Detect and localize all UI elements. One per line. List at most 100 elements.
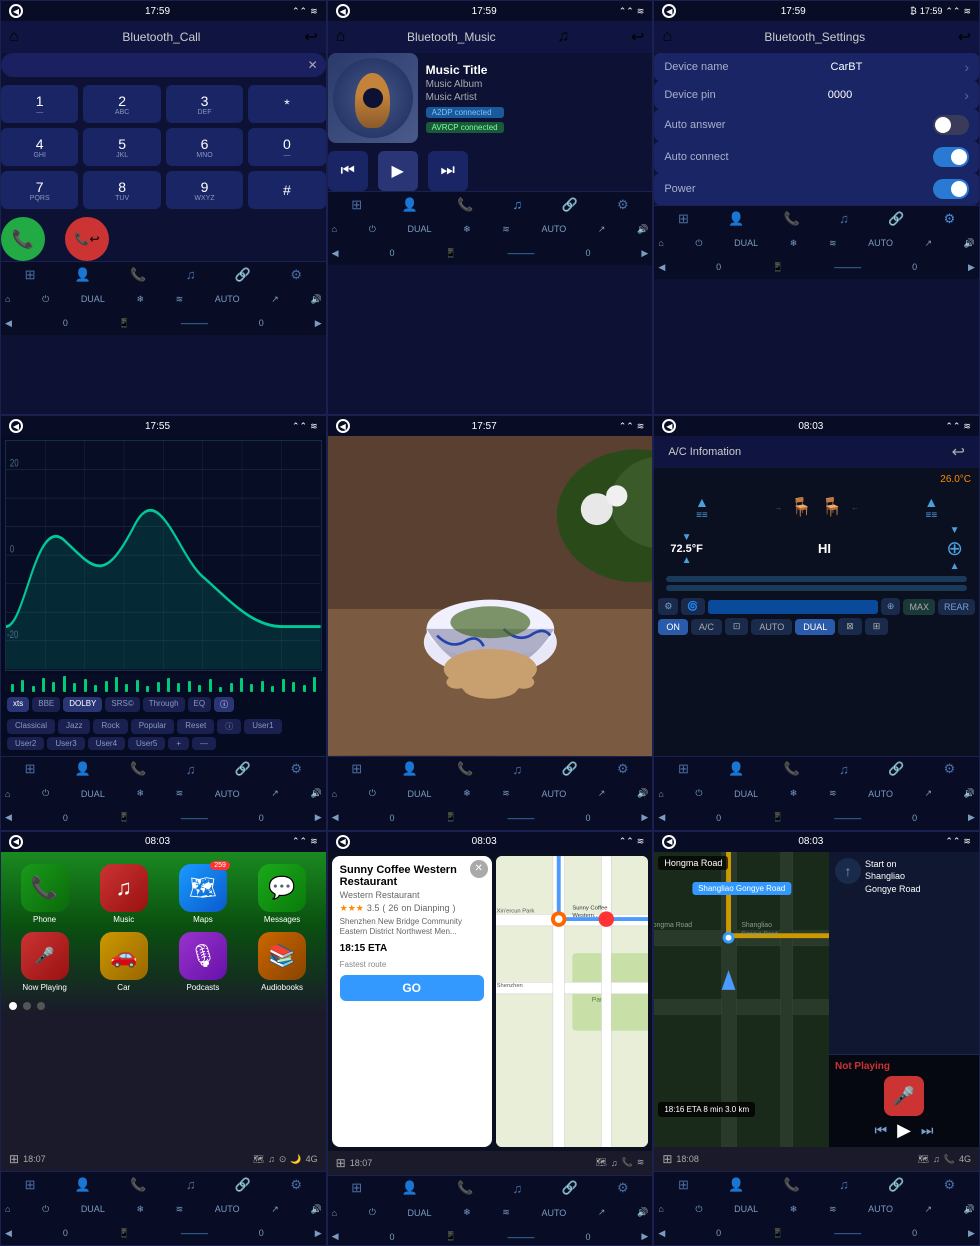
clear-icon[interactable]: ✕ (308, 58, 318, 72)
nav-grid-7[interactable]: ⊞ (25, 1177, 36, 1193)
grid-icon-cp[interactable]: ⊞ (662, 1152, 672, 1166)
nav-music-5[interactable]: ♫ (512, 762, 522, 777)
map-icon-bottom[interactable]: 🗺 (253, 1154, 264, 1165)
device-pin-arrow[interactable]: › (964, 87, 969, 103)
app-nowplaying[interactable]: 🎤 Now Playing (9, 932, 80, 992)
vent-icon[interactable]: ↗ (271, 294, 279, 305)
nav-phone-icon-3[interactable]: 📞 (784, 211, 800, 227)
nav-grid-icon[interactable]: ⊞ (25, 267, 36, 283)
vol-icon[interactable]: 🔊 (310, 294, 321, 305)
key-9[interactable]: 9WXYZ (166, 171, 243, 209)
app-audiobooks[interactable]: 📚 Audiobooks (246, 932, 317, 992)
eq-xts[interactable]: xts (7, 697, 29, 712)
ac-on-btn[interactable]: ON (658, 619, 688, 635)
nav-person-9[interactable]: 👤 (728, 1177, 744, 1193)
phone2-bottom-icon[interactable]: 📞 (944, 1154, 955, 1165)
nav-phone-7[interactable]: 📞 (130, 1177, 146, 1193)
ac-max-btn[interactable]: MAX (903, 599, 935, 615)
nav-grid-9[interactable]: ⊞ (678, 1177, 689, 1193)
map2-icon[interactable]: 🗺 (918, 1154, 929, 1165)
nav-person-8[interactable]: 👤 (402, 1180, 418, 1196)
back-arrow-1[interactable]: ↩ (304, 27, 317, 47)
ac-gear-btn[interactable]: ⚙ (658, 598, 678, 615)
power-c2[interactable]: ⏻ (369, 224, 376, 235)
nav-settings-5[interactable]: ⚙ (617, 761, 629, 777)
back-arrow-3[interactable]: ↩ (958, 27, 971, 47)
auto-answer-toggle[interactable] (933, 115, 969, 135)
preset-user2[interactable]: User2 (7, 737, 44, 750)
nav-grid-6[interactable]: ⊞ (678, 761, 689, 777)
nav-music-8[interactable]: ♫ (512, 1181, 522, 1196)
page-dot-1[interactable] (9, 1002, 17, 1010)
circle-icon-bottom[interactable]: ⊙ (279, 1154, 287, 1165)
home-icon-1[interactable]: ⌂ (9, 28, 19, 46)
home-c3[interactable]: ⌂ (658, 238, 663, 248)
fan-c3[interactable]: ≋ (829, 238, 837, 249)
ac-grid-btn[interactable]: ⊞ (865, 618, 889, 635)
ac-defrost-btn[interactable]: ⊡ (725, 618, 749, 635)
nav-grid-icon-2[interactable]: ⊞ (351, 197, 362, 213)
app-podcasts[interactable]: 🎙 Podcasts (167, 932, 238, 992)
play-pause-btn[interactable]: ▶ (897, 1120, 911, 1141)
podcasts-app-icon[interactable]: 🎙 (179, 932, 227, 980)
go-button[interactable]: GO (340, 975, 484, 1001)
call-redial-button[interactable]: 📞↩ (65, 217, 109, 261)
key-6[interactable]: 6MNO (166, 128, 243, 166)
app-maps[interactable]: 🗺 259 Maps (167, 864, 238, 924)
nowplaying-app-icon[interactable]: 🎤 (21, 932, 69, 980)
nav-person-5[interactable]: 👤 (402, 761, 418, 777)
nav-person-icon[interactable]: 👤 (75, 267, 91, 283)
nav-settings-icon[interactable]: ⚙ (290, 267, 302, 283)
nav-link-5[interactable]: 🔗 (562, 761, 578, 777)
up-arrow-right[interactable]: ▲ (950, 561, 960, 572)
nav-phone-icon[interactable]: 📞 (130, 267, 146, 283)
key-2[interactable]: 2ABC (83, 85, 160, 123)
back-button-4[interactable]: ◀ (9, 419, 23, 433)
phone2-icon[interactable]: 📱 (119, 318, 130, 329)
app-phone[interactable]: 📞 Phone (9, 864, 80, 924)
audiobooks-app-icon[interactable]: 📚 (258, 932, 306, 980)
ac-fan-btn[interactable]: 🌀 (681, 598, 704, 615)
nav-person-icon-2[interactable]: 👤 (402, 197, 418, 213)
ac-ac-btn[interactable]: A/C (691, 619, 722, 635)
nav-grid-4[interactable]: ⊞ (25, 761, 36, 777)
music-icon-bottom[interactable]: ♫ (268, 1154, 275, 1164)
home-climate-icon[interactable]: ⌂ (5, 294, 10, 304)
ac-slider-1[interactable] (666, 576, 967, 582)
nav-settings-icon-3[interactable]: ⚙ (944, 211, 956, 227)
preset-user5[interactable]: User5 (128, 737, 165, 750)
nav-music-6[interactable]: ♫ (839, 762, 849, 777)
music2-icon[interactable]: ♫ (933, 1154, 940, 1164)
temp-slider-1[interactable]: ——— (181, 318, 208, 328)
nav-grid-icon-3[interactable]: ⊞ (678, 211, 689, 227)
back-arrow-2[interactable]: ↩ (631, 27, 644, 47)
nav-phone-6[interactable]: 📞 (784, 761, 800, 777)
preset-user3[interactable]: User3 (47, 737, 84, 750)
map-icon-nav[interactable]: 🗺 (595, 1157, 606, 1168)
nav-link-icon[interactable]: 🔗 (235, 267, 251, 283)
back-button-3[interactable]: ◀ (662, 4, 676, 18)
key-4[interactable]: 4GHI (1, 128, 78, 166)
fan-c2[interactable]: ≋ (502, 224, 510, 235)
key-8[interactable]: 8TUV (83, 171, 160, 209)
eq-dolby[interactable]: DOLBY (63, 697, 102, 712)
preset-reset[interactable]: Reset (177, 719, 214, 734)
fan-icon[interactable]: ≋ (176, 294, 184, 305)
key-star[interactable]: * (248, 85, 325, 123)
key-1[interactable]: 1— (1, 85, 78, 123)
nav-phone-9[interactable]: 📞 (784, 1177, 800, 1193)
down-arrow-left[interactable]: ▼ (682, 532, 692, 543)
nav-music-icon-3[interactable]: ♫ (839, 211, 849, 226)
up-arrow-right-icon[interactable]: ▲ (924, 494, 938, 510)
eq-bbe[interactable]: BBE (32, 697, 60, 712)
page-dot-3[interactable] (37, 1002, 45, 1010)
ac-fan2-btn[interactable]: ⊕ (881, 598, 901, 615)
grid-icon-bottom[interactable]: ⊞ (9, 1152, 19, 1166)
app-music[interactable]: ♫ Music (88, 864, 159, 924)
nav-person-icon-3[interactable]: 👤 (728, 211, 744, 227)
ac-slider-2[interactable] (666, 585, 967, 591)
preset-jazz[interactable]: Jazz (58, 719, 90, 734)
music-app-icon[interactable]: ♫ (100, 864, 148, 912)
app-car[interactable]: 🚗 Car (88, 932, 159, 992)
up-arrow-left[interactable]: ▲ (682, 555, 692, 566)
